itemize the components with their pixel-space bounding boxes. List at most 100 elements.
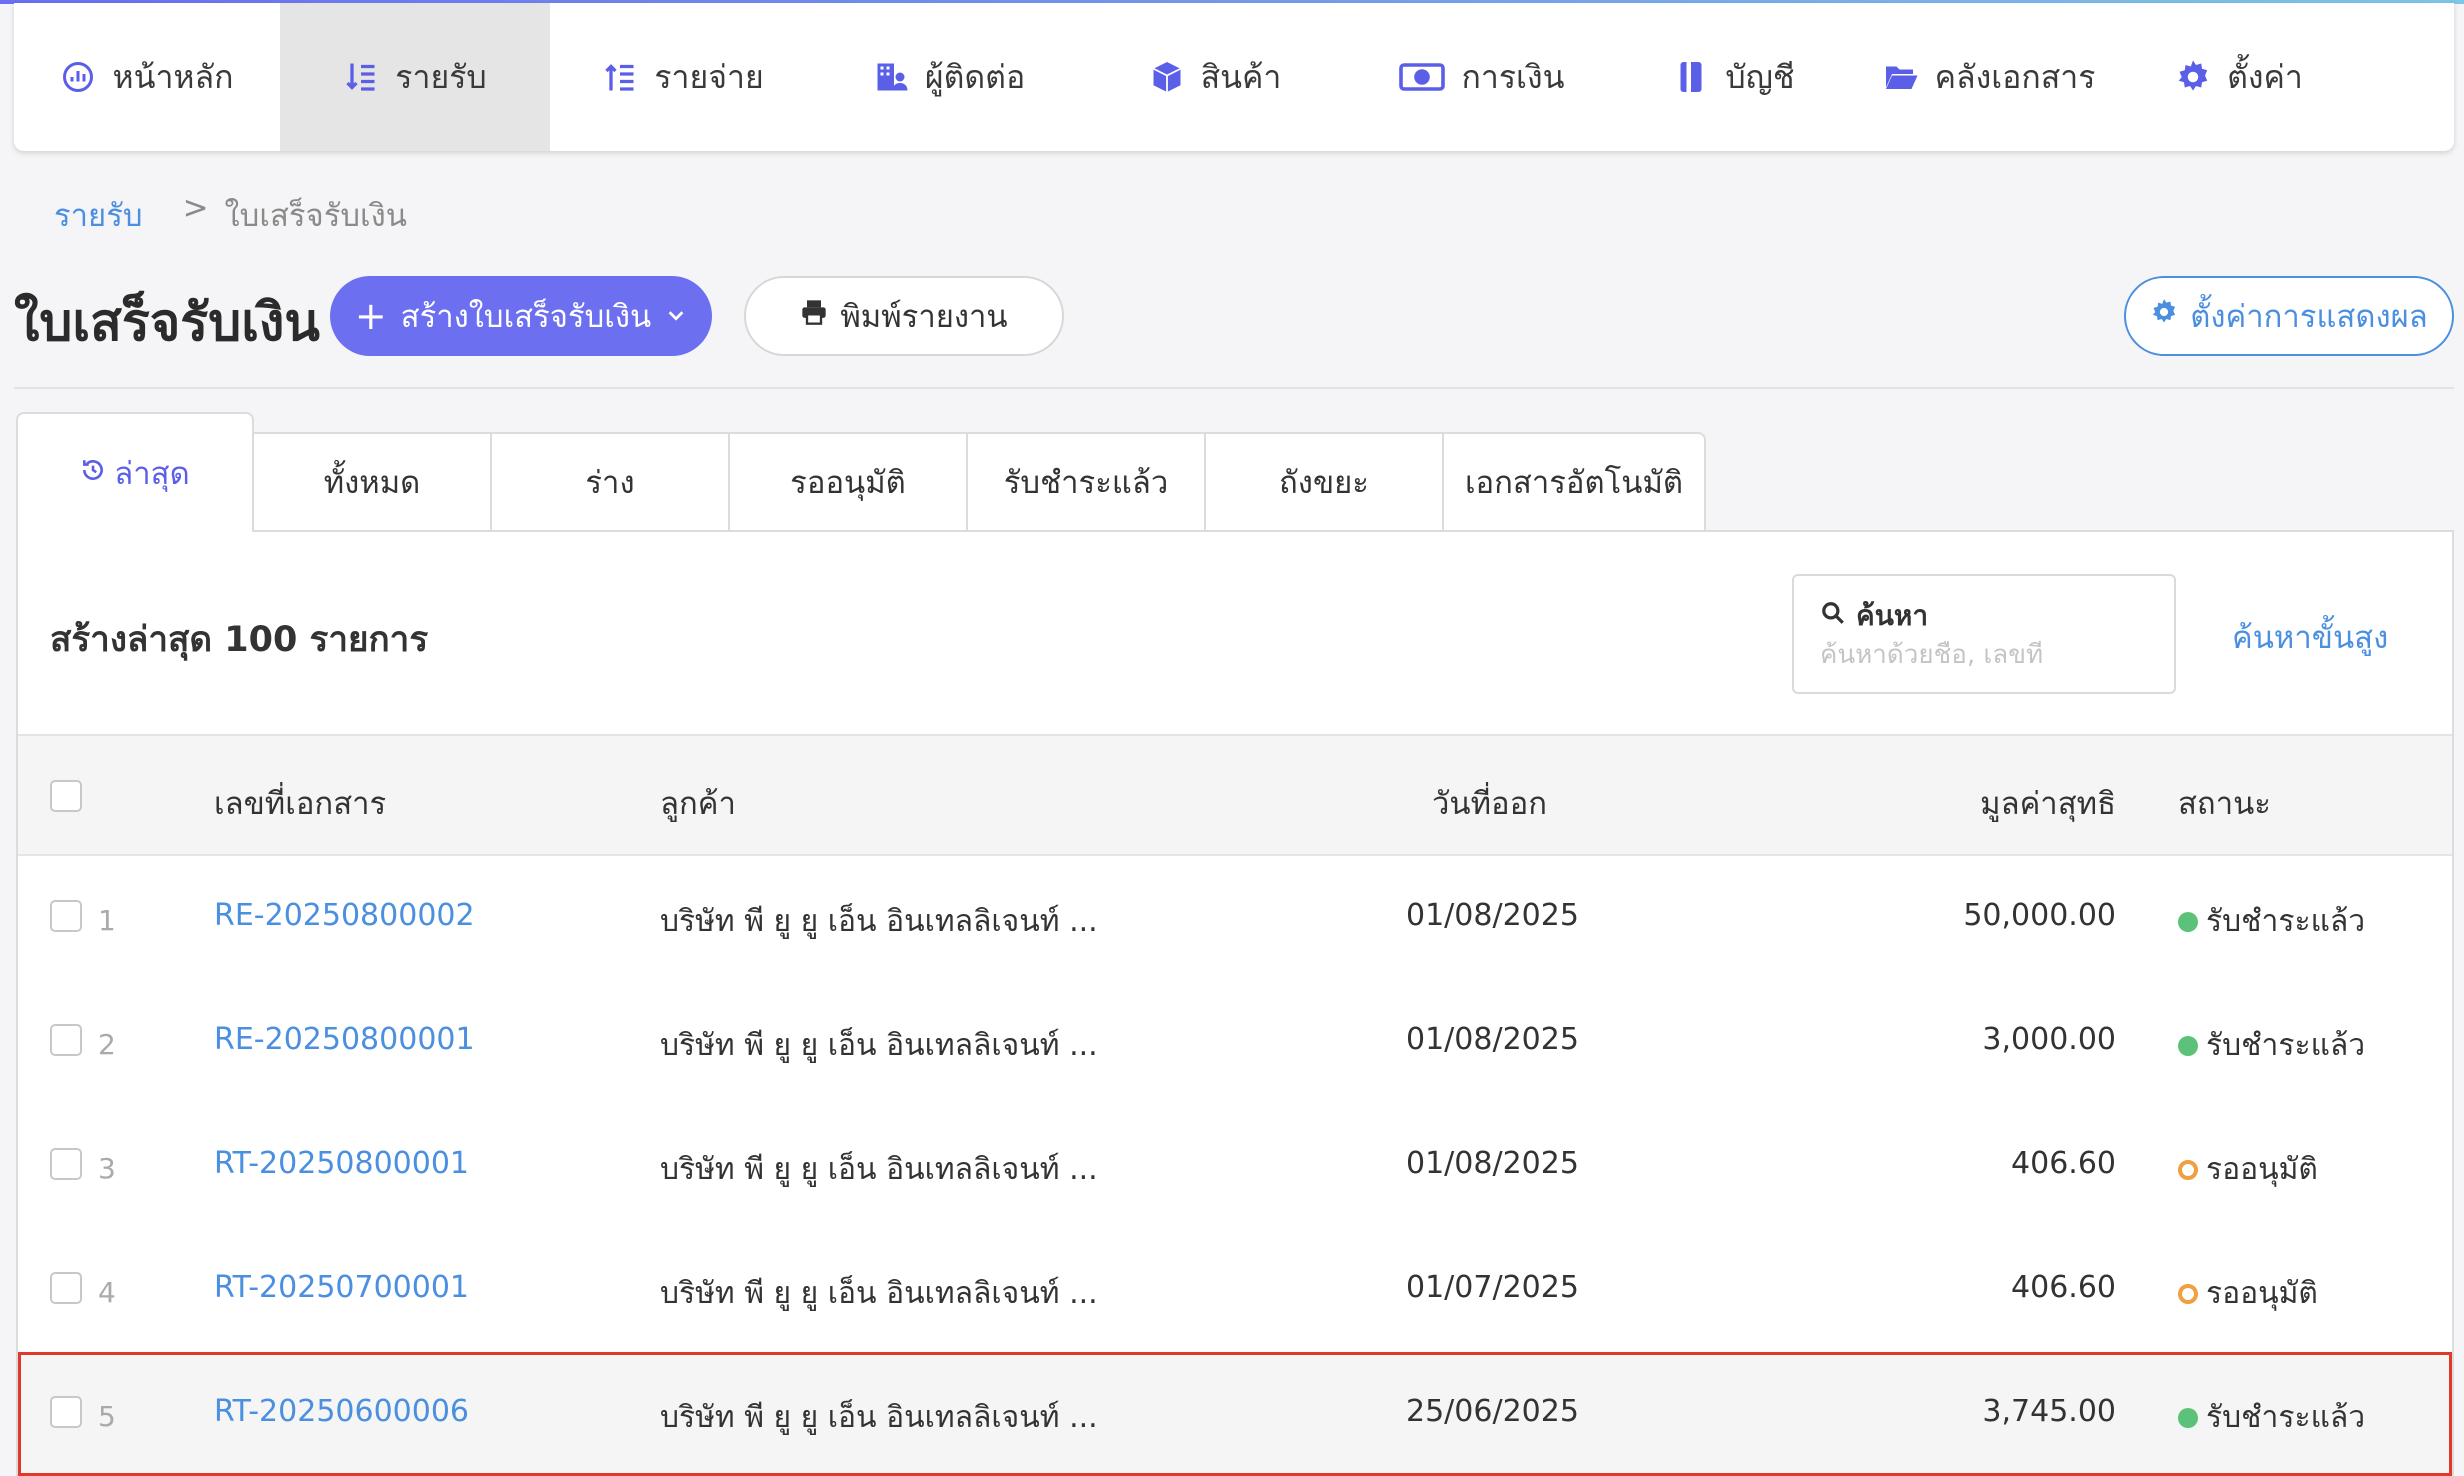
- customer-name: บริษัท พี ยู ยู เอ็น อินเทลลิเจนท์ ...: [660, 904, 1098, 939]
- header-date[interactable]: วันที่ออก: [1432, 778, 1547, 828]
- status-badge: รับชำระแล้ว: [2178, 1022, 2365, 1069]
- breadcrumb-separator: >: [182, 190, 209, 226]
- printer-icon: [800, 298, 828, 334]
- search-label: ค้นหา: [1820, 594, 1928, 638]
- expense-icon: [602, 59, 638, 95]
- dashboard-icon: [60, 59, 96, 95]
- search-label-text: ค้นหา: [1856, 599, 1929, 632]
- create-receipt-button[interactable]: + สร้างใบเสร็จรับเงิน: [330, 276, 712, 356]
- select-all-checkbox[interactable]: [50, 780, 82, 812]
- nav-label: สินค้า: [1200, 57, 1282, 96]
- table-row-highlighted[interactable]: 5 RT-20250600006 บริษัท พี ยู ยู เอ็น อิ…: [18, 1352, 2452, 1476]
- tab-draft[interactable]: ร่าง: [492, 432, 730, 532]
- status-label: รับชำระแล้ว: [2206, 1400, 2366, 1435]
- doc-number-link[interactable]: RT-20250600006: [214, 1394, 469, 1429]
- print-report-button[interactable]: พิมพ์รายงาน: [744, 276, 1064, 356]
- tab-bar: ล่าสุด ทั้งหมด ร่าง รออนุมัติ รับชำระแล้…: [16, 412, 1706, 532]
- status-badge: รออนุมัติ: [2178, 1270, 2318, 1317]
- nav-label: หน้าหลัก: [112, 57, 234, 96]
- tab-automatic-documents[interactable]: เอกสารอัตโนมัติ: [1444, 432, 1706, 532]
- tab-latest[interactable]: ล่าสุด: [16, 412, 254, 532]
- income-icon: [343, 59, 379, 95]
- nav-label: ตั้งค่า: [2227, 57, 2303, 96]
- nav-item-contacts[interactable]: ผู้ติดต่อ: [816, 3, 1082, 151]
- tab-label: รับชำระแล้ว: [1003, 465, 1169, 501]
- tab-label: รออนุมัติ: [790, 465, 906, 501]
- breadcrumb-parent-link[interactable]: รายรับ: [54, 190, 143, 240]
- doc-number-link[interactable]: RE-20250800001: [214, 1022, 475, 1057]
- table-row[interactable]: 3 RT-20250800001 บริษัท พี ยู ยู เอ็น อิ…: [18, 1104, 2452, 1228]
- tab-paid[interactable]: รับชำระแล้ว: [968, 432, 1206, 532]
- table-row[interactable]: 2 RE-20250800001 บริษัท พี ยู ยู เอ็น อิ…: [18, 980, 2452, 1104]
- status-dot-icon: [2178, 911, 2198, 932]
- display-settings-button[interactable]: ตั้งค่าการแสดงผล: [2124, 276, 2454, 356]
- tab-label: ถังขยะ: [1279, 465, 1369, 501]
- history-icon: [80, 455, 106, 491]
- nav-item-home[interactable]: หน้าหลัก: [14, 3, 280, 151]
- row-checkbox[interactable]: [50, 900, 82, 932]
- customer-name: บริษัท พี ยู ยู เอ็น อินเทลลิเจนท์ ...: [660, 1152, 1098, 1187]
- print-report-label: พิมพ์รายงาน: [840, 299, 1008, 335]
- net-amount: 50,000.00: [1963, 898, 2116, 933]
- status-ring-icon: [2178, 1159, 2198, 1180]
- row-checkbox[interactable]: [50, 1148, 82, 1180]
- nav-item-settings[interactable]: ตั้งค่า: [2124, 3, 2354, 151]
- net-amount: 3,745.00: [1982, 1394, 2116, 1429]
- header-amount[interactable]: มูลค่าสุทธิ: [1980, 778, 2116, 828]
- nav-item-documents[interactable]: คลังเอกสาร: [1854, 3, 2124, 151]
- nav-label: รายรับ: [395, 57, 487, 96]
- box-icon: [1149, 59, 1185, 95]
- header-customer[interactable]: ลูกค้า: [660, 778, 736, 828]
- nav-item-products[interactable]: สินค้า: [1082, 3, 1348, 151]
- nav-label: ผู้ติดต่อ: [924, 57, 1026, 96]
- nav-label: การเงิน: [1461, 57, 1565, 96]
- nav-item-expense[interactable]: รายจ่าย: [550, 3, 816, 151]
- page-title: ใบเสร็จรับเงิน: [14, 293, 320, 353]
- status-badge: รับชำระแล้ว: [2178, 898, 2365, 945]
- status-dot-icon: [2178, 1035, 2198, 1056]
- status-label: รออนุมัติ: [2206, 1276, 2318, 1311]
- customer-name: บริษัท พี ยู ยู เอ็น อินเทลลิเจนท์ ...: [660, 1400, 1098, 1435]
- doc-number-link[interactable]: RE-20250800002: [214, 898, 475, 933]
- row-checkbox[interactable]: [50, 1024, 82, 1056]
- row-checkbox[interactable]: [50, 1396, 82, 1428]
- status-label: รออนุมัติ: [2206, 1152, 2318, 1187]
- tab-label: ล่าสุด: [114, 456, 190, 492]
- list-header: สร้างล่าสุด 100 รายการ ค้นหา ค้นหาขั้นสู…: [18, 532, 2452, 734]
- net-amount: 3,000.00: [1982, 1022, 2116, 1057]
- row-checkbox[interactable]: [50, 1272, 82, 1304]
- tab-trash[interactable]: ถังขยะ: [1206, 432, 1444, 532]
- receipts-panel: สร้างล่าสุด 100 รายการ ค้นหา ค้นหาขั้นสู…: [16, 530, 2454, 1476]
- breadcrumb: รายรับ > ใบเสร็จรับเงิน: [54, 190, 407, 240]
- tab-all[interactable]: ทั้งหมด: [254, 432, 492, 532]
- main-nav: หน้าหลัก รายรับ รายจ่าย ผู้ติดต่อ สินค้า…: [14, 3, 2454, 151]
- header-doc-no[interactable]: เลขที่เอกสาร: [214, 778, 386, 828]
- doc-number-link[interactable]: RT-20250700001: [214, 1270, 469, 1305]
- customer-name: บริษัท พี ยู ยู เอ็น อินเทลลิเจนท์ ...: [660, 1276, 1098, 1311]
- issue-date: 01/07/2025: [1406, 1270, 1579, 1305]
- nav-item-accounting[interactable]: บัญชี: [1614, 3, 1854, 151]
- gear-icon: [2150, 298, 2178, 334]
- search-input[interactable]: [1820, 640, 2150, 670]
- net-amount: 406.60: [2011, 1146, 2116, 1181]
- customer-name: บริษัท พี ยู ยู เอ็น อินเทลลิเจนท์ ...: [660, 1028, 1098, 1063]
- nav-item-finance[interactable]: การเงิน: [1348, 3, 1614, 151]
- plus-icon: +: [354, 294, 387, 338]
- row-number: 2: [98, 1028, 116, 1061]
- table-row[interactable]: 1 RE-20250800002 บริษัท พี ยู ยู เอ็น อิ…: [18, 856, 2452, 980]
- table-header: เลขที่เอกสาร ลูกค้า วันที่ออก มูลค่าสุทธ…: [18, 734, 2452, 856]
- status-label: รับชำระแล้ว: [2206, 1028, 2366, 1063]
- advanced-search-link[interactable]: ค้นหาขั้นสูง: [2232, 612, 2388, 662]
- header-status[interactable]: สถานะ: [2178, 778, 2271, 828]
- status-ring-icon: [2178, 1283, 2198, 1304]
- nav-item-income[interactable]: รายรับ: [280, 3, 550, 151]
- row-number: 3: [98, 1152, 116, 1185]
- search-box[interactable]: ค้นหา: [1792, 574, 2176, 694]
- status-badge: รออนุมัติ: [2178, 1146, 2318, 1193]
- issue-date: 25/06/2025: [1406, 1394, 1579, 1429]
- create-receipt-label: สร้างใบเสร็จรับเงิน: [400, 299, 652, 335]
- table-row[interactable]: 4 RT-20250700001 บริษัท พี ยู ยู เอ็น อิ…: [18, 1228, 2452, 1352]
- doc-number-link[interactable]: RT-20250800001: [214, 1146, 469, 1181]
- tab-awaiting-approval[interactable]: รออนุมัติ: [730, 432, 968, 532]
- row-number: 5: [98, 1400, 116, 1433]
